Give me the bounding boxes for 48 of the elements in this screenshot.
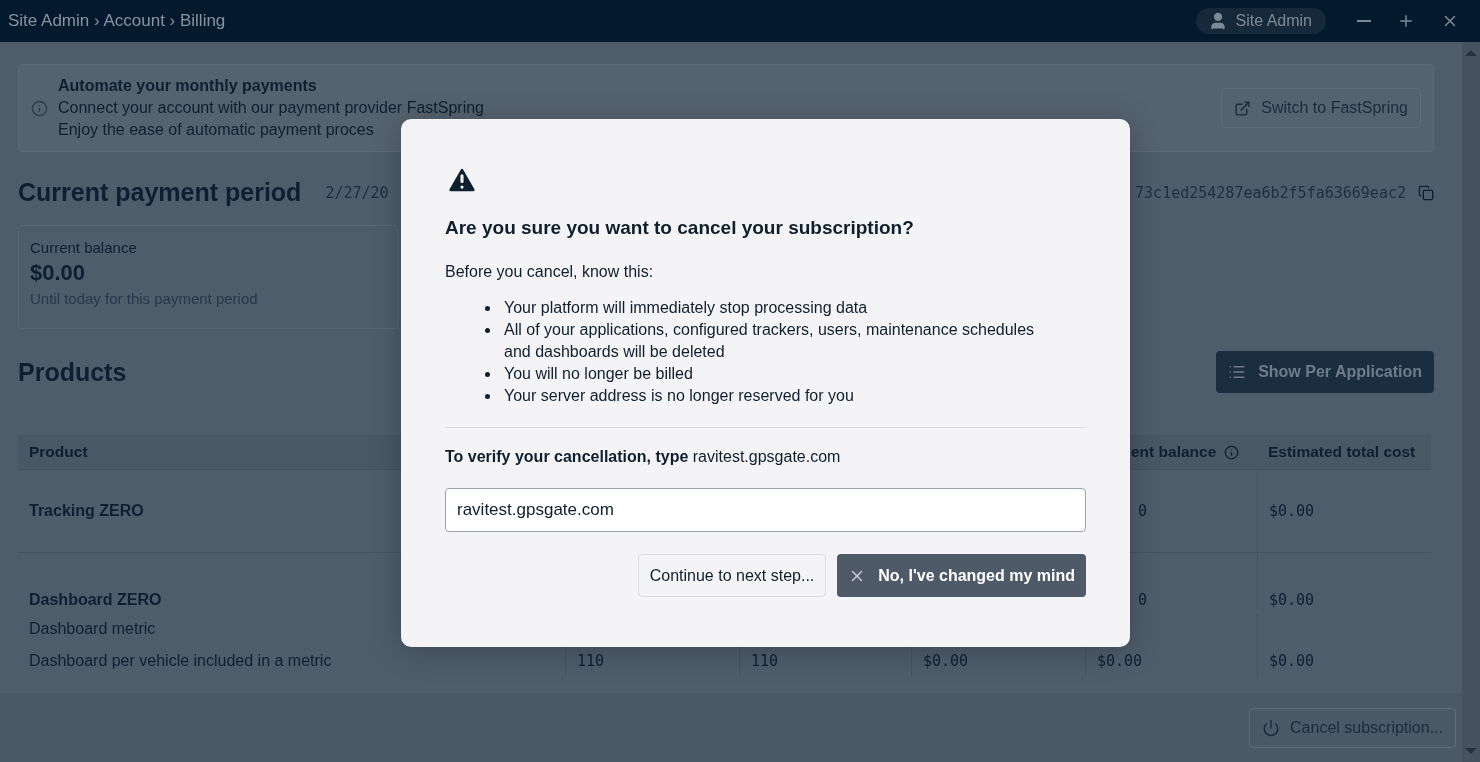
dialog-title: Are you sure you want to cancel your subscription?	[445, 217, 915, 239]
info-icon	[31, 99, 48, 117]
table-cell: $0.00	[923, 652, 969, 670]
consequence-item: Your platform will immediately stop processing data	[504, 298, 868, 318]
product-name: Dashboard ZERO	[29, 591, 162, 609]
power-icon	[1262, 718, 1281, 737]
banner-title: Automate your monthly payments	[58, 76, 318, 96]
bullet-icon	[485, 394, 490, 399]
balance-label: Current balance	[30, 239, 138, 256]
breadcrumb: Site Admin › Account › Billing	[8, 11, 227, 31]
banner-text: Enjoy the ease of automatic payment proces	[58, 120, 375, 140]
table-cell: 110	[751, 652, 779, 670]
plus-icon	[1397, 12, 1415, 30]
section-title: Products	[18, 357, 127, 387]
consequence-item: All of your applications, configured trackers, users, maintenance schedules and dashboards will be deleted	[504, 320, 1036, 362]
scrollbar[interactable]	[1462, 42, 1480, 762]
confirmation-input[interactable]: ravitest.gpsgate.com	[445, 488, 1086, 532]
bullet-icon	[485, 328, 490, 333]
balance-amount: $0.00	[30, 260, 87, 286]
show-per-application-button[interactable]: Show Per Application	[1216, 351, 1434, 393]
continue-button[interactable]: Continue to next step...	[637, 554, 827, 597]
bullet-icon	[485, 306, 490, 311]
product-name: Tracking ZERO	[29, 502, 144, 520]
copy-icon[interactable]	[1418, 184, 1434, 201]
column-header: Estimated total cost	[1257, 435, 1431, 470]
dialog-intro: Before you cancel, know this:	[445, 263, 655, 281]
product-name: Dashboard per vehicle included in a metric	[29, 652, 332, 670]
table-cell: $0.00	[1269, 591, 1315, 609]
table-cell: 0	[1138, 591, 1148, 609]
consequence-item: You will no longer be billed	[504, 364, 693, 384]
list-icon	[1228, 363, 1247, 381]
info-icon	[1224, 444, 1240, 460]
table-cell: 0	[1138, 502, 1148, 520]
table-cell: $0.00	[1269, 502, 1315, 520]
minimize-icon	[1357, 20, 1371, 22]
table-cell: 110	[577, 652, 605, 670]
maximize-button[interactable]	[1397, 12, 1415, 30]
consequence-item: Your server address is no longer reserved for you	[504, 386, 854, 406]
cancel-button[interactable]: No, I've changed my mind	[837, 554, 1086, 597]
external-link-icon	[1234, 99, 1252, 117]
table-cell: $0.00	[1097, 652, 1143, 670]
banner-text: Connect your account with our payment provider FastSpring	[58, 98, 485, 118]
bullet-icon	[485, 372, 490, 377]
section-title: Current payment period	[18, 178, 302, 207]
switch-button[interactable]: Switch to FastSpring	[1221, 88, 1421, 128]
user-menu[interactable]: Site Admin	[1195, 8, 1326, 34]
table-cell: $0.00	[1269, 652, 1315, 670]
product-name: Dashboard metric	[29, 620, 156, 638]
